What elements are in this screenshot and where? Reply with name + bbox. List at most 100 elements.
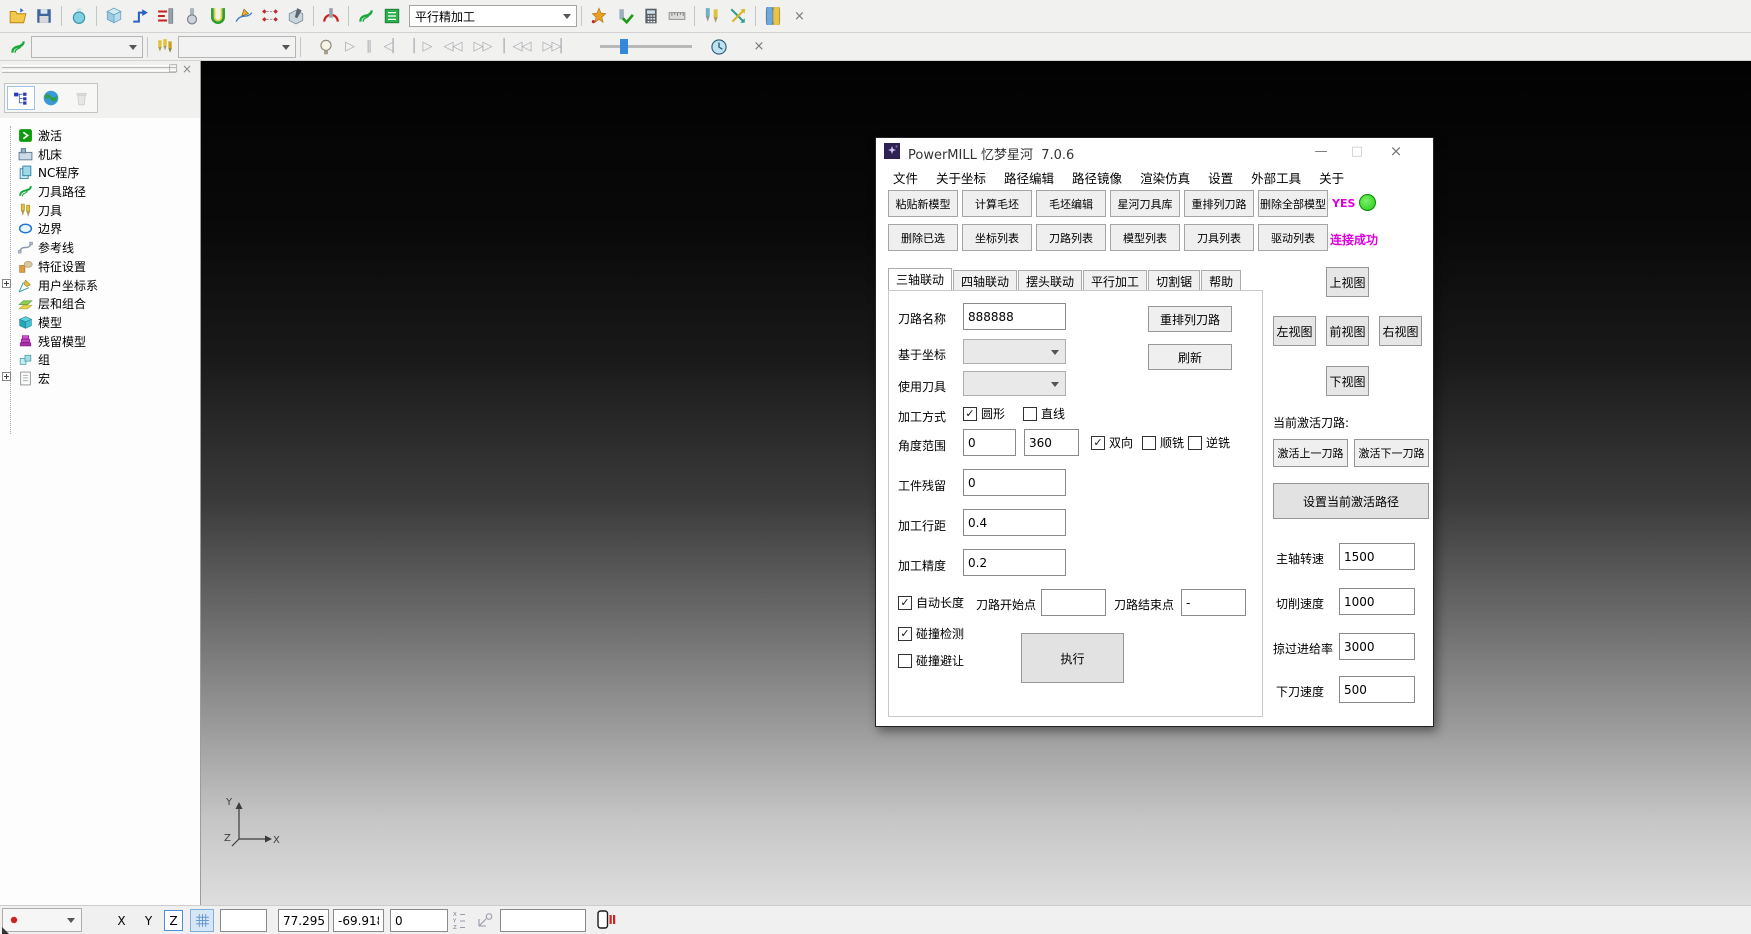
menu-path-edit[interactable]: 路径编辑 <box>995 166 1063 188</box>
tree-item-groups[interactable]: 组 <box>18 350 50 368</box>
execute-button[interactable]: 执行 <box>1021 633 1124 683</box>
maximize-button[interactable]: □ <box>1342 138 1372 164</box>
play-icon[interactable]: ▷ <box>339 39 360 54</box>
powermill-logo-icon[interactable] <box>353 4 379 28</box>
tree-item-feature-sets[interactable]: 特征设置 <box>18 257 86 275</box>
dialog-titlebar[interactable]: PowerMILL 忆梦星河 7.0.6 — □ × <box>876 138 1433 164</box>
bottom-view-button[interactable]: 下视图 <box>1326 366 1369 396</box>
rewind-icon[interactable]: ◁◁ <box>438 39 468 54</box>
top-view-button[interactable]: 上视图 <box>1326 267 1369 297</box>
refresh-button[interactable]: 刷新 <box>1148 344 1232 370</box>
bar-gauge-icon[interactable] <box>153 4 179 28</box>
tool-list-button[interactable]: 刀具列表 <box>1184 224 1254 251</box>
tool-select-combo[interactable] <box>178 36 296 58</box>
plunge-milling-icon[interactable] <box>318 4 344 28</box>
phone-pause-icon[interactable] <box>597 910 616 930</box>
tool-group-icon[interactable] <box>152 35 178 59</box>
model-list-button[interactable]: 模型列表 <box>1110 224 1180 251</box>
tree-item-patterns[interactable]: 参考线 <box>18 238 74 256</box>
favorite-toolpath-icon[interactable] <box>586 4 612 28</box>
set-active-path-button[interactable]: 设置当前激活路径 <box>1273 483 1429 519</box>
recycle-bin-icon[interactable] <box>67 86 95 110</box>
swap-axes-icon[interactable] <box>725 4 751 28</box>
tree-item-boundaries[interactable]: 边界 <box>18 219 62 237</box>
toolpath-select-combo[interactable] <box>31 36 143 58</box>
ball-tool-icon[interactable] <box>179 4 205 28</box>
use-tool-combo[interactable] <box>963 371 1066 396</box>
conventional-option[interactable]: 逆铣 <box>1188 434 1230 451</box>
menu-file[interactable]: 文件 <box>884 166 927 188</box>
stepover-input[interactable] <box>963 509 1066 536</box>
sim-toolbar-close-icon[interactable]: × <box>746 39 773 54</box>
plunge-speed-input[interactable] <box>1339 676 1415 703</box>
end-point-input[interactable] <box>1181 589 1246 616</box>
climb-option[interactable]: 顺铣 <box>1142 434 1184 451</box>
left-view-button[interactable]: 左视图 <box>1273 316 1316 346</box>
tree-item-levels-sets[interactable]: 层和组合 <box>18 294 86 312</box>
tree-item-nc-programs[interactable]: NC程序 <box>18 163 79 181</box>
tolerance-input[interactable] <box>963 549 1066 576</box>
model-compare-icon[interactable] <box>760 4 786 28</box>
tree-item-activate[interactable]: 激活 <box>18 126 62 144</box>
slider-thumb[interactable] <box>620 39 628 54</box>
tab-parallel[interactable]: 平行加工 <box>1083 270 1147 291</box>
circle-option[interactable]: 圆形 <box>963 405 1005 422</box>
menu-external-tools[interactable]: 外部工具 <box>1242 166 1310 188</box>
reorder-button[interactable]: 重排列刀路 <box>1148 306 1232 332</box>
calculator-icon[interactable] <box>638 4 664 28</box>
render-view-icon[interactable] <box>66 4 92 28</box>
collision-avoid-checkbox[interactable] <box>898 654 912 668</box>
conventional-checkbox[interactable] <box>1188 436 1202 450</box>
close-button[interactable]: × <box>1381 138 1411 164</box>
toolbar-close-icon[interactable]: × <box>786 9 813 24</box>
go-end-icon[interactable]: ▷▷▏ <box>537 39 576 54</box>
cursor-y-input[interactable] <box>333 909 384 932</box>
tab-4axis[interactable]: 四轴联动 <box>953 270 1017 291</box>
step-back-icon[interactable]: ◁▏ <box>378 39 408 54</box>
both-direction-checkbox[interactable] <box>1091 436 1105 450</box>
tree-item-models[interactable]: 模型 <box>18 313 62 331</box>
tree-view-icon[interactable] <box>7 86 35 110</box>
tool-library-button[interactable]: 星河刀具库 <box>1110 190 1180 217</box>
toolpath-name-input[interactable] <box>963 303 1066 330</box>
drill-block-icon[interactable] <box>283 4 309 28</box>
skim-feed-input[interactable] <box>1339 633 1415 660</box>
strategy-combo[interactable]: 平行精加工 <box>409 5 577 27</box>
circle-checkbox[interactable] <box>963 407 977 421</box>
go-start-icon[interactable]: ▏◁◁ <box>498 39 537 54</box>
status-message-input[interactable] <box>500 909 586 932</box>
pause-icon[interactable]: ∥ <box>360 39 378 54</box>
fast-forward-icon[interactable]: ▷▷ <box>468 39 498 54</box>
stock-input[interactable] <box>963 469 1066 496</box>
target-point-combo[interactable] <box>2 908 82 932</box>
front-view-button[interactable]: 前视图 <box>1326 316 1369 346</box>
expand-icon[interactable] <box>2 372 11 381</box>
angle-from-input[interactable] <box>963 429 1016 456</box>
tab-saw[interactable]: 切割锯 <box>1148 270 1200 291</box>
save-project-icon[interactable] <box>31 4 57 28</box>
collision-check-option[interactable]: 碰撞检测 <box>898 625 964 642</box>
delete-selected-button[interactable]: 删除已选 <box>888 224 958 251</box>
tab-help[interactable]: 帮助 <box>1201 270 1241 291</box>
menu-coords[interactable]: 关于坐标 <box>927 166 995 188</box>
collision-avoid-option[interactable]: 碰撞避让 <box>898 652 964 669</box>
menu-about[interactable]: 关于 <box>1310 166 1353 188</box>
menu-render-sim[interactable]: 渲染仿真 <box>1131 166 1199 188</box>
menu-path-mirror[interactable]: 路径镜像 <box>1063 166 1131 188</box>
world-view-icon[interactable] <box>37 86 65 110</box>
grid-size-input[interactable] <box>220 909 267 932</box>
climb-checkbox[interactable] <box>1142 436 1156 450</box>
block-edit-button[interactable]: 毛坯编辑 <box>1036 190 1106 217</box>
lamp-icon[interactable] <box>313 35 339 59</box>
tree-item-macros[interactable]: 宏 <box>18 369 50 387</box>
tree-item-tools[interactable]: 刀具 <box>18 201 62 219</box>
collision-check-icon[interactable] <box>205 4 231 28</box>
tool-pair-icon[interactable] <box>699 4 725 28</box>
tree-item-toolpaths[interactable]: 刀具路径 <box>18 182 86 200</box>
activate-next-button[interactable]: 激活下一刀路 <box>1354 439 1429 467</box>
auto-length-checkbox[interactable] <box>898 596 912 610</box>
cutting-speed-input[interactable] <box>1339 588 1415 615</box>
calc-block-button[interactable]: 计算毛坯 <box>962 190 1032 217</box>
x-lock-button[interactable]: X <box>112 910 131 931</box>
strategy-list-icon[interactable] <box>379 4 405 28</box>
